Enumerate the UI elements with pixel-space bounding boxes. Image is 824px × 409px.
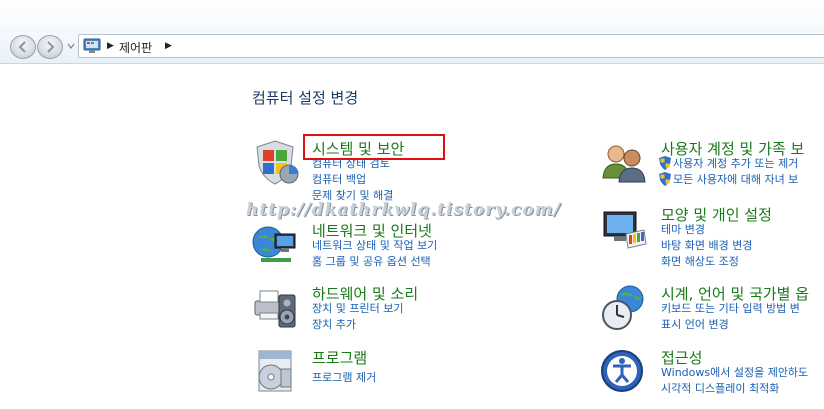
- link-backup-computer[interactable]: 컴퓨터 백업: [312, 172, 393, 188]
- back-button[interactable]: [10, 35, 36, 59]
- category-links: 사용자 계정 추가 또는 제거 모든 사용자에 대해 자녀 보: [659, 156, 798, 188]
- link-windows-suggest-settings[interactable]: Windows에서 설정을 제안하도: [661, 365, 808, 381]
- link-parental-controls[interactable]: 모든 사용자에 대해 자녀 보: [659, 172, 798, 188]
- link-change-background[interactable]: 바탕 화면 배경 변경: [661, 238, 752, 254]
- uac-shield-icon: [659, 156, 671, 170]
- clock-globe-icon[interactable]: [600, 283, 648, 331]
- page-title: 컴퓨터 설정 변경: [252, 89, 359, 107]
- link-label[interactable]: 사용자 계정 추가 또는 제거: [673, 157, 798, 170]
- link-uninstall-program[interactable]: 프로그램 제거: [312, 370, 376, 386]
- arrow-right-icon: [47, 41, 55, 53]
- control-panel-icon: [83, 38, 101, 53]
- category-links: 프로그램 제거: [312, 370, 376, 386]
- category-links: 컴퓨터 상태 검토 컴퓨터 백업 문제 찾기 및 해결: [312, 156, 393, 204]
- network-globe-icon[interactable]: [251, 220, 299, 268]
- monitor-palette-icon[interactable]: [600, 204, 648, 252]
- category-links: 네트워크 상태 및 작업 보기 홈 그룹 및 공유 옵션 선택: [312, 238, 437, 270]
- recent-pages-dropdown[interactable]: [66, 41, 76, 51]
- category-links: 장치 및 프린터 보기 장치 추가: [312, 301, 403, 333]
- breadcrumb-separator-icon[interactable]: ▶: [165, 41, 172, 51]
- navigation-bar: ▶ 제어판 ▶: [0, 0, 824, 64]
- link-label[interactable]: 모든 사용자에 대해 자녀 보: [673, 173, 798, 186]
- link-adjust-resolution[interactable]: 화면 해상도 조정: [661, 254, 752, 270]
- uac-shield-icon: [659, 172, 671, 186]
- ease-of-access-icon[interactable]: [600, 347, 648, 395]
- users-icon[interactable]: [600, 138, 648, 186]
- link-optimize-visual-display[interactable]: 시각적 디스플레이 최적화: [661, 381, 808, 397]
- shield-flag-icon[interactable]: [251, 138, 299, 186]
- category-links: 키보드 또는 기타 입력 방법 변 표시 언어 변경: [661, 301, 800, 333]
- breadcrumb-control-panel[interactable]: 제어판: [119, 39, 152, 56]
- link-view-network-status[interactable]: 네트워크 상태 및 작업 보기: [312, 238, 437, 254]
- breadcrumb-separator-icon[interactable]: ▶: [107, 41, 114, 51]
- category-title[interactable]: 프로그램: [312, 347, 367, 368]
- category-links: 테마 변경 바탕 화면 배경 변경 화면 해상도 조정: [661, 222, 752, 270]
- link-add-remove-accounts[interactable]: 사용자 계정 추가 또는 제거: [659, 156, 798, 172]
- highlight-box: [303, 134, 445, 160]
- link-change-theme[interactable]: 테마 변경: [661, 222, 752, 238]
- printer-speaker-icon[interactable]: [251, 283, 299, 331]
- link-homegroup-sharing[interactable]: 홈 그룹 및 공유 옵션 선택: [312, 254, 437, 270]
- link-change-keyboards[interactable]: 키보드 또는 기타 입력 방법 변: [661, 301, 800, 317]
- link-change-display-language[interactable]: 표시 언어 변경: [661, 317, 800, 333]
- category-links: Windows에서 설정을 제안하도 시각적 디스플레이 최적화: [661, 365, 808, 397]
- link-add-device[interactable]: 장치 추가: [312, 317, 403, 333]
- programs-disc-icon[interactable]: [251, 347, 299, 395]
- link-view-devices-printers[interactable]: 장치 및 프린터 보기: [312, 301, 403, 317]
- watermark-text: http://dkathrkwlq.tistory.com/: [246, 200, 561, 220]
- forward-button[interactable]: [37, 35, 63, 59]
- address-bar[interactable]: ▶ 제어판 ▶: [78, 34, 824, 58]
- arrow-left-icon: [18, 41, 26, 53]
